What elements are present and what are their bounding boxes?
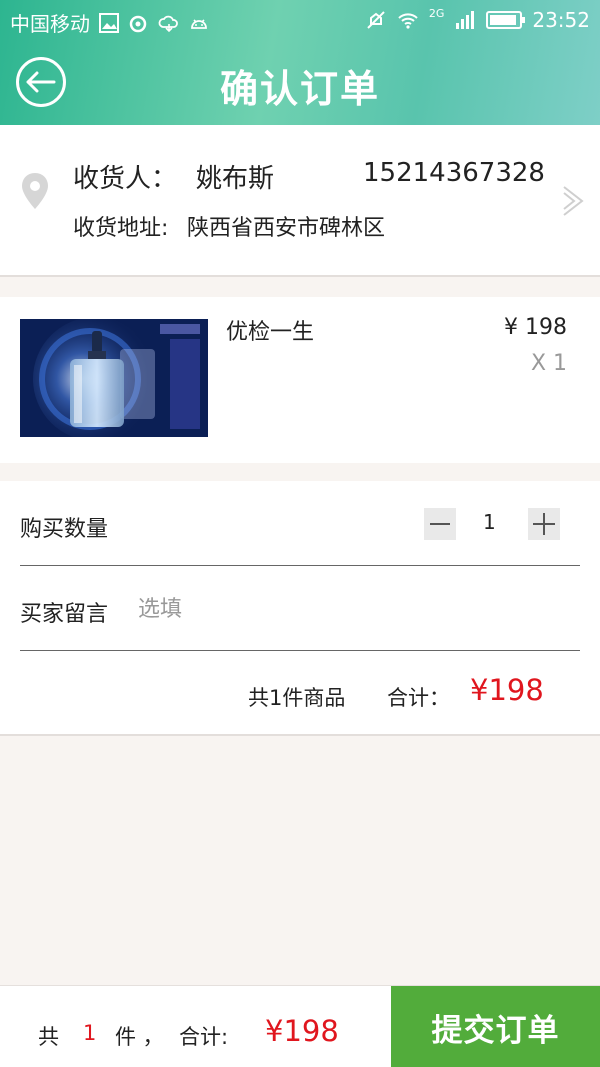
quantity-value: 1 xyxy=(483,510,496,534)
product-price: ¥ 198 xyxy=(504,315,567,340)
order-options: 购买数量 1 买家留言 共1件商品 合计： ¥198 xyxy=(0,481,600,736)
address-value: 陕西省西安市碑林区 xyxy=(187,216,386,241)
location-pin-icon xyxy=(22,173,48,209)
plus-icon xyxy=(533,513,555,535)
buyer-message-input[interactable] xyxy=(138,591,538,627)
address-card[interactable]: 收货人： 姚布斯 15214367328 收货地址: 陕西省西安市碑林区 xyxy=(0,125,600,277)
receiver-name: 姚布斯 xyxy=(196,164,275,194)
receiver-label: 收货人： xyxy=(73,164,178,194)
image-icon xyxy=(99,12,119,33)
checkout-total-amount: ¥198 xyxy=(265,1014,339,1048)
product-quantity: X 1 xyxy=(530,351,567,376)
quantity-minus-button[interactable] xyxy=(424,508,456,540)
checkout-count-unit: 件 ， xyxy=(115,1025,164,1049)
quantity-label: 购买数量 xyxy=(20,517,109,542)
status-bar: 中国移动 2G 23:52 xyxy=(0,0,600,40)
chevron-right-icon[interactable] xyxy=(560,183,586,219)
page-title: 确认订单 xyxy=(219,67,380,111)
battery-icon xyxy=(486,11,526,29)
signal-icon xyxy=(456,11,475,29)
divider xyxy=(20,650,580,651)
summary-total-label: 合计： xyxy=(387,686,450,710)
summary-item-count: 共1件商品 xyxy=(248,686,346,710)
divider xyxy=(20,565,580,566)
minus-icon xyxy=(430,523,450,525)
mute-icon xyxy=(367,11,385,29)
clock: 23:52 xyxy=(532,8,590,32)
network-type: 2G xyxy=(428,6,445,20)
checkout-total-label: 合计: xyxy=(179,1025,229,1049)
carrier-name: 中国移动 xyxy=(10,12,90,36)
checkout-item-count: 1 xyxy=(83,1021,97,1045)
submit-order-button[interactable]: 提交订单 xyxy=(391,986,600,1067)
product-name: 优检一生 xyxy=(226,320,315,345)
receiver-phone: 15214367328 xyxy=(363,158,545,188)
quantity-plus-button[interactable] xyxy=(528,508,560,540)
cloud-icon xyxy=(158,15,178,32)
checkout-count-prefix: 共 xyxy=(38,1025,59,1049)
product-item[interactable]: 优检一生 ¥ 198 X 1 xyxy=(0,297,600,463)
address-label: 收货地址: xyxy=(73,216,169,241)
status-left: 中国移动 xyxy=(10,8,210,37)
message-label: 买家留言 xyxy=(20,602,109,627)
summary-total-amount: ¥198 xyxy=(470,673,544,707)
header-bar: 中国移动 2G 23:52 确认订单 xyxy=(0,0,600,125)
weibo-icon xyxy=(129,15,147,32)
checkout-bar: 共 1 件 ， 合计: ¥198 提交订单 xyxy=(0,985,600,1067)
product-image xyxy=(20,319,208,437)
android-icon xyxy=(191,18,207,29)
status-right: 2G 23:52 xyxy=(365,6,590,32)
wifi-icon xyxy=(398,13,418,29)
